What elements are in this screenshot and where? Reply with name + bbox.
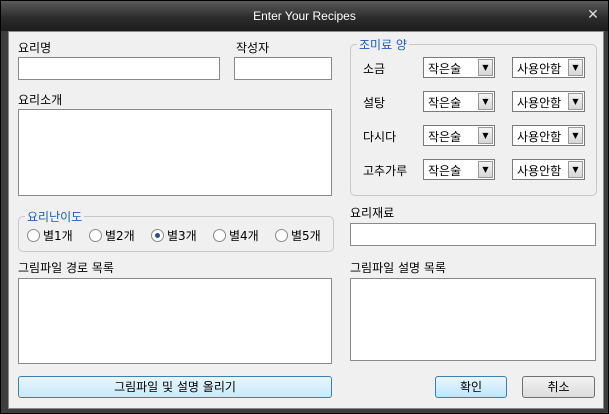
usage-select[interactable]: 사용안함 ▼: [512, 57, 585, 78]
usage-select-value: 사용안함: [517, 96, 562, 110]
image-paths-label: 그림파일 경로 목록: [18, 261, 114, 275]
usage-select-value: 사용안함: [517, 164, 562, 178]
radio-icon[interactable]: [151, 229, 164, 242]
title-bar[interactable]: Enter Your Recipes ✕: [1, 1, 608, 31]
difficulty-option-label: 별4개: [229, 229, 259, 243]
seasoning-name: 소금: [363, 62, 386, 76]
radio-icon[interactable]: [89, 229, 102, 242]
upload-images-button[interactable]: 그림파일 및 설명 올리기: [18, 376, 332, 398]
amount-select-value: 작은술: [428, 130, 462, 144]
cancel-button[interactable]: 취소: [522, 376, 595, 398]
recipe-name-input[interactable]: [18, 57, 220, 80]
chevron-down-icon[interactable]: ▼: [478, 161, 493, 178]
difficulty-radio-row: 별1개 별2개 별3개 별4개 별5개: [27, 227, 327, 243]
intro-label: 요리소개: [18, 93, 63, 107]
radio-icon[interactable]: [213, 229, 226, 242]
difficulty-option-label: 별5개: [291, 229, 321, 243]
difficulty-option[interactable]: 별1개: [27, 227, 73, 243]
ingredients-input[interactable]: [350, 223, 596, 246]
amount-select[interactable]: 작은술 ▼: [423, 125, 495, 146]
chevron-down-icon[interactable]: ▼: [568, 127, 583, 144]
difficulty-option[interactable]: 별3개: [151, 227, 197, 243]
amount-select[interactable]: 작은술 ▼: [423, 91, 495, 112]
amount-select[interactable]: 작은술 ▼: [423, 159, 495, 180]
seasoning-name: 다시다: [363, 130, 397, 144]
chevron-down-icon[interactable]: ▼: [568, 59, 583, 76]
seasoning-name: 고추가루: [363, 164, 408, 178]
radio-icon[interactable]: [27, 229, 40, 242]
difficulty-group: 요리난이도 별1개 별2개 별3개 별4개 별5개: [18, 208, 334, 252]
difficulty-option[interactable]: 별2개: [89, 227, 135, 243]
usage-select-value: 사용안함: [517, 62, 562, 76]
recipe-name-label: 요리명: [18, 41, 52, 55]
usage-select[interactable]: 사용안함 ▼: [512, 125, 585, 146]
radio-icon[interactable]: [275, 229, 288, 242]
author-label: 작성자: [236, 41, 270, 55]
chevron-down-icon[interactable]: ▼: [478, 93, 493, 110]
amount-select-value: 작은술: [428, 62, 462, 76]
close-icon[interactable]: ✕: [584, 7, 602, 23]
seasoning-legend: 조미료 양: [357, 36, 409, 53]
difficulty-option[interactable]: 별5개: [275, 227, 321, 243]
amount-select[interactable]: 작은술 ▼: [423, 57, 495, 78]
image-descriptions-list[interactable]: [350, 278, 596, 361]
chevron-down-icon[interactable]: ▼: [478, 59, 493, 76]
difficulty-option[interactable]: 별4개: [213, 227, 259, 243]
ok-button[interactable]: 확인: [435, 376, 507, 398]
ingredients-label: 요리재료: [350, 206, 395, 220]
intro-textarea[interactable]: [18, 109, 332, 196]
difficulty-option-label: 별2개: [105, 229, 135, 243]
image-paths-list[interactable]: [18, 278, 332, 364]
window-title: Enter Your Recipes: [253, 9, 356, 23]
seasoning-group: 조미료 양 소금 작은술 ▼ 사용안함 ▼ 설탕 작은술 ▼ 사용안함 ▼ 다시다 작은술 ▼ 사용안함 ▼…: [350, 36, 597, 196]
difficulty-option-label: 별3개: [167, 229, 197, 243]
dialog-body: 요리명 작성자 요리소개 요리난이도 별1개 별2개 별3개 별4개 별5개 그림파일 …: [8, 31, 604, 409]
usage-select[interactable]: 사용안함 ▼: [512, 91, 585, 112]
recipe-window: Enter Your Recipes ✕ 요리명 작성자 요리소개 요리난이도 …: [0, 0, 609, 414]
difficulty-option-label: 별1개: [43, 229, 73, 243]
amount-select-value: 작은술: [428, 96, 462, 110]
amount-select-value: 작은술: [428, 164, 462, 178]
chevron-down-icon[interactable]: ▼: [568, 161, 583, 178]
difficulty-legend: 요리난이도: [25, 208, 85, 225]
seasoning-name: 설탕: [363, 96, 386, 110]
usage-select-value: 사용안함: [517, 130, 562, 144]
chevron-down-icon[interactable]: ▼: [568, 93, 583, 110]
chevron-down-icon[interactable]: ▼: [478, 127, 493, 144]
author-input[interactable]: [234, 57, 332, 80]
usage-select[interactable]: 사용안함 ▼: [512, 159, 585, 180]
image-descriptions-label: 그림파일 설명 목록: [350, 261, 446, 275]
